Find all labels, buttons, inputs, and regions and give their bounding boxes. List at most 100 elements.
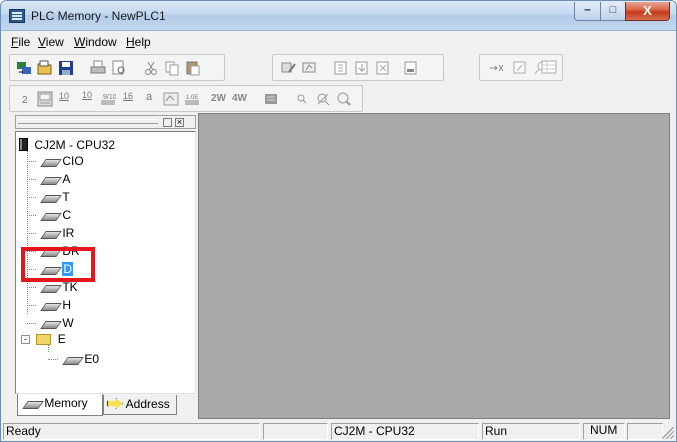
hex-button[interactable]: 16	[119, 90, 139, 108]
double-button[interactable]: 1.0E	[182, 90, 202, 108]
copy-button[interactable]	[162, 59, 182, 77]
open-plc-button[interactable]	[14, 59, 34, 77]
status-mode: Run	[482, 423, 580, 440]
tree-item-cio[interactable]: CIO	[27, 153, 84, 169]
collapse-toggle[interactable]: -	[21, 335, 30, 345]
zoom-small-button[interactable]	[292, 90, 312, 108]
svg-text:2: 2	[22, 95, 28, 106]
tree-item-a[interactable]: A	[27, 171, 70, 187]
maximize-button[interactable]: □	[600, 2, 626, 21]
zoom-icon	[337, 92, 351, 106]
bcd-icon: 9/10	[101, 94, 116, 105]
memory-chip-icon	[39, 175, 59, 185]
menu-file[interactable]: File	[11, 35, 30, 49]
plc-icon	[19, 138, 28, 151]
tree-item-h[interactable]: H	[27, 297, 71, 313]
double-icon: 1.0E	[185, 95, 199, 105]
memory-chip-icon	[39, 157, 59, 167]
memory-chip-icon	[39, 229, 59, 239]
binary-button[interactable]: 2	[14, 90, 34, 108]
close-icon: X	[643, 3, 652, 18]
ascii-button[interactable]: a	[140, 90, 160, 108]
tree-item-label: T	[62, 190, 70, 204]
grid-button[interactable]	[539, 58, 563, 76]
zoom-button[interactable]	[334, 90, 354, 108]
cut-button[interactable]	[141, 59, 161, 77]
folder-icon	[36, 334, 52, 346]
minimize-icon: –	[584, 2, 591, 16]
tree-item-label: CIO	[62, 154, 84, 168]
status-bar: Ready CJ2M - CPU32 Run NUM	[1, 421, 676, 441]
mdi-client-area[interactable]	[198, 113, 670, 419]
open-button[interactable]	[35, 59, 55, 77]
clear-icon	[404, 61, 417, 75]
transfer-icon	[17, 62, 31, 74]
tree-item-label: H	[62, 298, 72, 312]
word-4-button[interactable]: 4W	[231, 90, 251, 108]
monitor-button[interactable]	[300, 59, 320, 77]
resize-grip[interactable]	[662, 427, 674, 439]
memory-chip-icon	[39, 319, 59, 329]
compare-icon	[376, 61, 389, 75]
title-bar[interactable]: PLC Memory - NewPLC1 – □ X	[1, 1, 676, 31]
print-preview-button[interactable]	[109, 59, 129, 77]
menu-help[interactable]: Help	[126, 35, 151, 49]
set-value-icon	[513, 61, 526, 74]
signed-decimal-icon: 10	[82, 90, 93, 100]
set-value-button[interactable]	[510, 59, 530, 77]
panel-grip[interactable]	[18, 119, 158, 124]
memory-chip-icon	[61, 355, 81, 365]
close-button[interactable]: X	[625, 2, 670, 21]
tree-item-label: A	[62, 172, 71, 186]
maximize-icon: □	[609, 4, 617, 16]
bcd-button[interactable]: 9/10	[98, 90, 118, 108]
menu-window[interactable]: Window	[74, 35, 117, 49]
tree-item-ir[interactable]: IR	[27, 225, 74, 241]
compare-button[interactable]	[373, 59, 393, 77]
tree-item-e0[interactable]: E0	[48, 351, 99, 367]
tree-item-t[interactable]: T	[27, 189, 70, 205]
signed-decimal-button[interactable]: 10	[77, 90, 97, 108]
force-icon	[490, 64, 504, 72]
ascii-icon: a	[146, 91, 153, 103]
memory-chip-icon	[39, 301, 59, 311]
tree-item-w[interactable]: W	[27, 315, 74, 331]
memory-chip-icon	[21, 399, 41, 409]
transfer-from-plc-button[interactable]	[352, 59, 372, 77]
float-button[interactable]	[161, 90, 181, 108]
panel-close-button[interactable]: ×	[175, 118, 184, 127]
tree-root[interactable]: CJ2M - CPU32	[19, 137, 115, 153]
paste-icon	[186, 61, 200, 76]
print-button[interactable]	[88, 59, 108, 77]
online-button[interactable]	[279, 59, 299, 77]
word-2-button[interactable]: 2W	[210, 90, 230, 108]
tab-memory[interactable]: Memory	[17, 394, 103, 416]
open-folder-icon	[37, 60, 52, 75]
tree-item-c[interactable]: C	[27, 207, 71, 223]
application-window: PLC Memory - NewPLC1 – □ X File View Win…	[0, 0, 677, 442]
find-address-button[interactable]	[313, 90, 333, 108]
force-button[interactable]	[486, 59, 506, 77]
menu-view[interactable]: View	[38, 35, 64, 49]
paste-button[interactable]	[183, 59, 203, 77]
word-4-icon: 4W	[232, 93, 247, 104]
save-button[interactable]	[56, 59, 76, 77]
fill-icon	[265, 94, 277, 104]
toolbar-group-file	[9, 54, 225, 81]
decimal-button[interactable]: 10	[56, 90, 76, 108]
address-arrow-icon	[107, 398, 123, 409]
fill-button[interactable]	[261, 90, 281, 108]
binary-icon: 2	[22, 95, 28, 106]
copy-icon	[165, 61, 179, 76]
status-empty	[263, 423, 328, 440]
tree-folder-e[interactable]: - E	[21, 331, 66, 347]
highlight-annotation	[21, 247, 95, 282]
svg-text:1.0E: 1.0E	[186, 95, 198, 101]
minimize-button[interactable]: –	[574, 2, 601, 21]
clear-button[interactable]	[401, 59, 421, 77]
monitor-table-button[interactable]	[35, 90, 55, 108]
memory-chip-icon	[39, 193, 59, 203]
panel-pin-button[interactable]	[163, 118, 172, 127]
tab-address[interactable]: Address	[103, 395, 177, 415]
transfer-to-plc-button[interactable]	[331, 59, 351, 77]
